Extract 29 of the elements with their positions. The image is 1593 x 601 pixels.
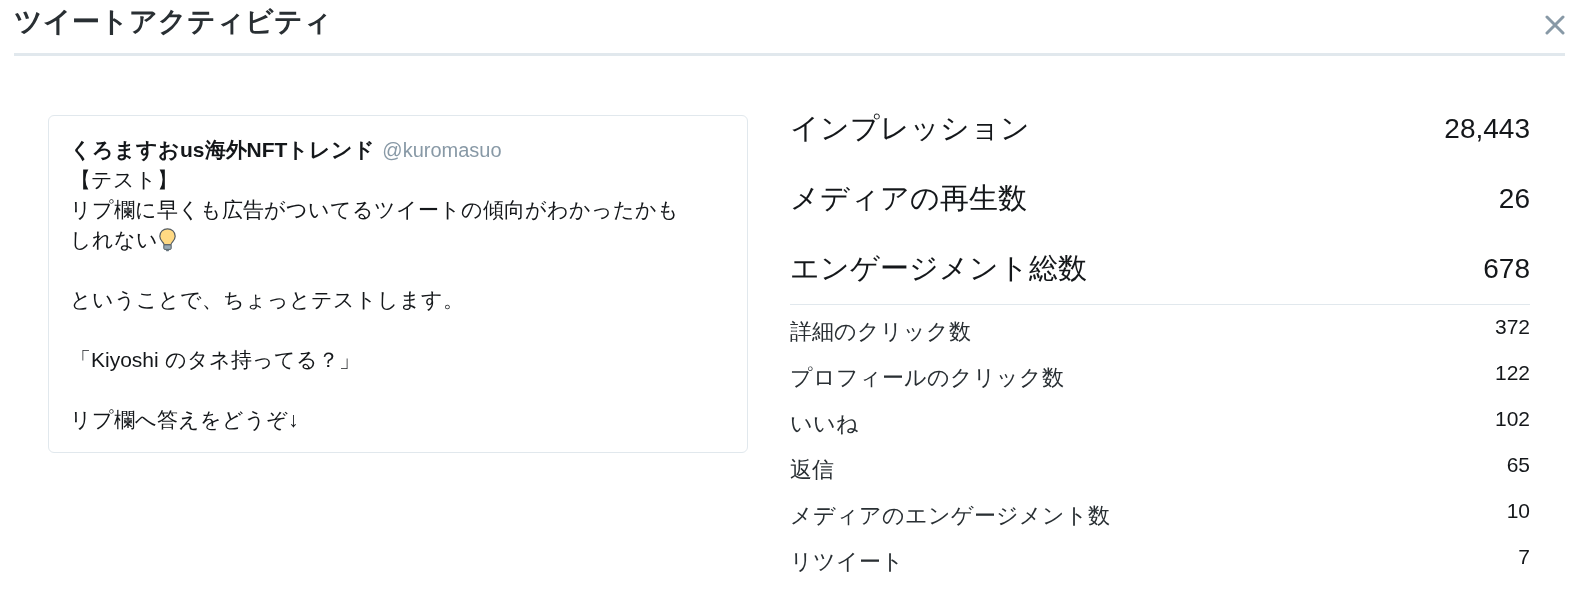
detail-value: 372 [1494, 314, 1530, 340]
detail-label: 返信 [790, 456, 834, 484]
display-name: くろますおus海外NFTトレンド [70, 137, 376, 163]
detail-label: プロフィールのクリック数 [790, 364, 1064, 392]
detail-label: いいね [790, 410, 859, 438]
tweet-text: ということで、ちょっとテストします。 [70, 287, 464, 313]
metric-value: 26 [1498, 183, 1530, 215]
detail-label: メディアのエンゲージメント数 [790, 502, 1110, 530]
tweet-text: しれない [70, 227, 158, 253]
metric-label: インプレッション [790, 111, 1030, 146]
metric-value: 678 [1483, 253, 1530, 285]
tweet-text: 【テスト】 [70, 167, 178, 193]
detail-label: 詳細のクリック数 [790, 318, 971, 346]
close-icon [1545, 15, 1565, 35]
metric-label: エンゲージメント総数 [790, 251, 1087, 286]
detail-value: 102 [1494, 406, 1530, 432]
detail-value: 122 [1494, 360, 1530, 386]
metric-value: 28,443 [1444, 113, 1530, 145]
detail-value: 7 [1518, 544, 1530, 570]
tweet-text: リプ欄に早くも広告がついてるツイートの傾向がわかったかも [70, 197, 679, 223]
user-handle: @kuromasuo [382, 138, 502, 163]
detail-value: 10 [1506, 498, 1530, 524]
tweet-text: 「Kiyoshi のタネ持ってる？」 [70, 347, 360, 373]
metric-label: メディアの再生数 [790, 181, 1027, 216]
detail-value: 65 [1506, 452, 1530, 478]
detail-label: リツイート [790, 548, 904, 576]
dialog-title: ツイートアクティビティ [14, 5, 332, 39]
tweet-text: リプ欄へ答えをどうぞ↓ [70, 407, 299, 433]
close-button[interactable] [1545, 15, 1565, 35]
